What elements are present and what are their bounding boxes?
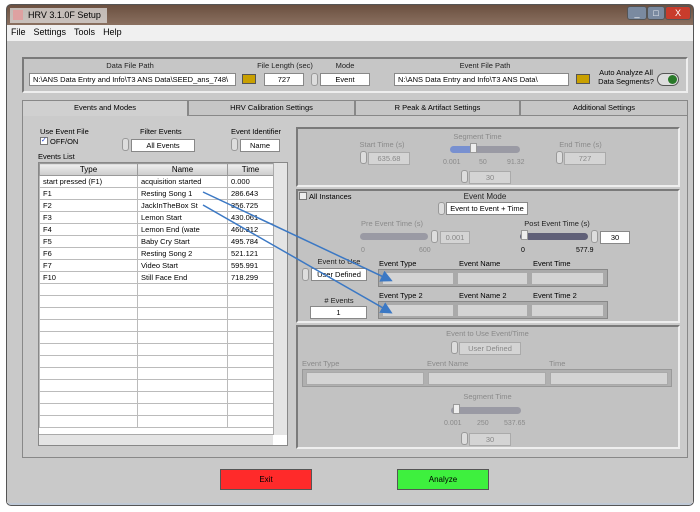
annotation-arrows — [202, 191, 393, 314]
arrow-to-event-type — [202, 191, 393, 282]
analyze-button[interactable]: Analyze — [397, 469, 489, 490]
arrow-to-event-type-2 — [202, 204, 393, 314]
exit-button[interactable]: Exit — [220, 469, 312, 490]
